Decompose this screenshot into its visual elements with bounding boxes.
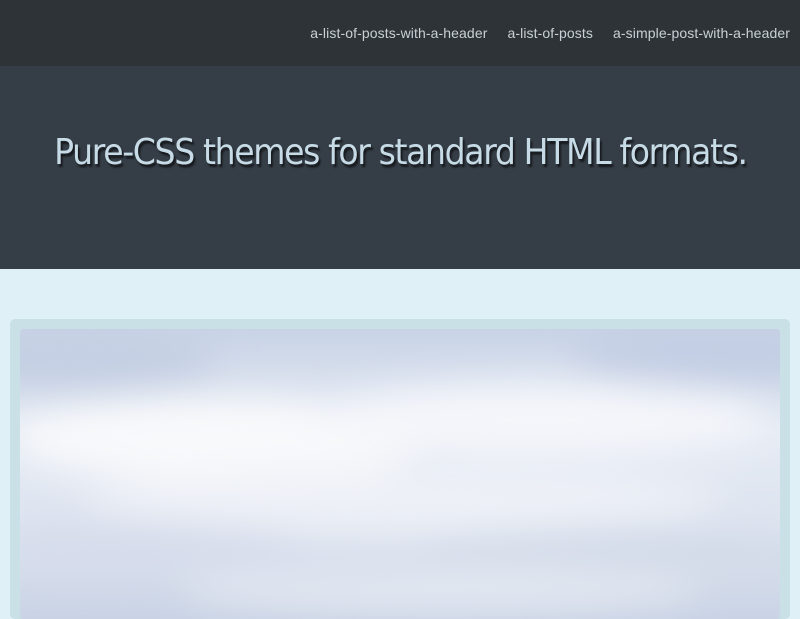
top-navigation: a-list-of-posts-with-a-header a-list-of-… bbox=[0, 0, 800, 66]
post-image bbox=[20, 329, 780, 619]
page-title: Pure-CSS themes for standard HTML format… bbox=[53, 132, 748, 173]
nav-link-list-of-posts[interactable]: a-list-of-posts bbox=[507, 25, 593, 41]
post-card bbox=[10, 319, 790, 619]
hero-header: Pure-CSS themes for standard HTML format… bbox=[0, 66, 800, 269]
nav-link-list-of-posts-with-header[interactable]: a-list-of-posts-with-a-header bbox=[310, 25, 487, 41]
nav-link-simple-post-with-header[interactable]: a-simple-post-with-a-header bbox=[613, 25, 790, 41]
